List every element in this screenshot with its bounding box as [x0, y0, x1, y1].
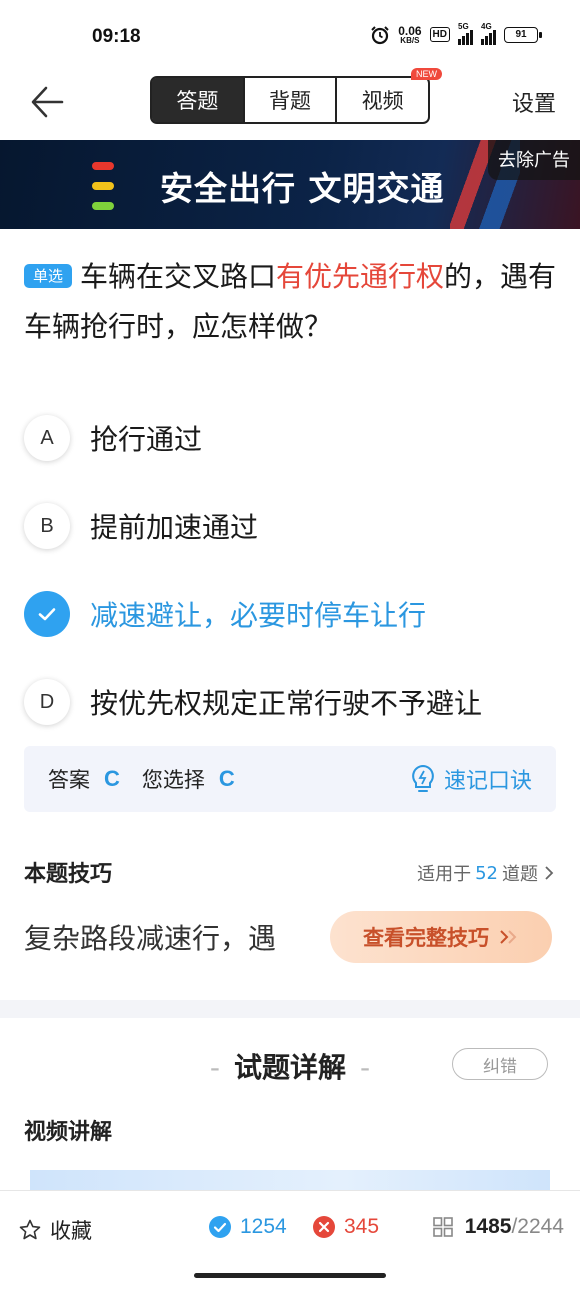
title-dash-left: - — [209, 1051, 220, 1084]
total-questions: /2244 — [511, 1215, 564, 1238]
home-indicator[interactable] — [194, 1273, 386, 1278]
tab-video-label: 视频 — [361, 89, 404, 113]
applies-suffix: 道题 — [502, 864, 538, 885]
alarm-icon — [370, 25, 390, 45]
signal-5g-label: 5G — [458, 22, 469, 31]
remove-ad-button[interactable]: 去除广告 — [488, 140, 580, 180]
option-letter: D — [24, 679, 70, 725]
grid-icon — [432, 1217, 453, 1237]
status-time: 09:18 — [92, 26, 141, 47]
question-type-badge: 单选 — [24, 264, 73, 288]
back-button[interactable] — [28, 82, 72, 122]
double-chevron-right-icon — [500, 930, 517, 944]
report-error-button[interactable]: 纠错 — [452, 1048, 548, 1080]
correct-count[interactable]: 1254 — [208, 1215, 287, 1239]
current-question-number: 1485 — [464, 1215, 512, 1238]
option-text: 提前加速通过 — [90, 511, 259, 544]
detail-title-text: 试题详解 — [233, 1051, 346, 1084]
question-part-1: 车辆在交叉路口 — [80, 260, 277, 293]
tips-applies-link[interactable]: 适用于 52 道题 — [417, 860, 556, 886]
option-letter: A — [24, 415, 70, 461]
tab-memorize[interactable]: 背题 — [245, 78, 338, 122]
settings-button[interactable]: 设置 — [512, 86, 556, 118]
signal-4g-label: 4G — [481, 22, 492, 31]
check-circle-icon — [209, 1216, 231, 1238]
ad-banner[interactable]: 安全出行 文明交通 去除广告 — [0, 140, 580, 229]
wrong-count[interactable]: 345 — [312, 1215, 379, 1239]
option-a[interactable]: A 抢行通过 — [24, 394, 564, 482]
applies-prefix: 适用于 — [417, 864, 472, 885]
option-c[interactable]: 减速避让，必要时停车让行 — [24, 570, 564, 658]
correct-count-value: 1254 — [240, 1215, 287, 1238]
favorite-button[interactable]: 收藏 — [18, 1215, 92, 1245]
question-progress[interactable]: 1485/2244 — [431, 1215, 564, 1239]
star-icon — [19, 1219, 41, 1240]
tab-video[interactable]: 视频 NEW — [337, 68, 443, 122]
favorite-label: 收藏 — [50, 1219, 92, 1243]
check-icon — [24, 591, 70, 637]
video-explanation-title: 视频讲解 — [24, 1120, 113, 1145]
traffic-light-icon — [92, 162, 114, 210]
new-badge: NEW — [411, 68, 443, 80]
choice-label: 您选择 — [141, 768, 205, 792]
memo-label: 速记口诀 — [443, 769, 532, 794]
option-letter: B — [24, 503, 70, 549]
view-full-tips-button[interactable]: 查看完整技巧 — [330, 911, 552, 963]
battery-icon: 91 — [504, 26, 542, 43]
section-divider — [0, 1000, 580, 1018]
x-circle-icon — [313, 1216, 335, 1238]
status-bar: 09:18 0.06 KB/S HD 5G 4G 91 — [0, 0, 580, 70]
tips-title: 本题技巧 — [24, 862, 113, 887]
option-text: 按优先权规定正常行驶不予避让 — [90, 687, 483, 720]
signal-5g-icon: 5G — [458, 22, 473, 45]
option-d[interactable]: D 按优先权规定正常行驶不予避让 — [24, 658, 564, 746]
mode-tabs: 答题 背题 视频 NEW — [150, 68, 443, 124]
lightbulb-icon — [412, 764, 434, 792]
view-full-tips-label: 查看完整技巧 — [363, 926, 489, 950]
chevron-right-icon — [545, 866, 554, 880]
question-text: 单选 车辆在交叉路口有优先通行权的，遇有车辆抢行时，应怎样做？ — [24, 252, 564, 352]
question-highlight: 有优先通行权 — [276, 260, 445, 293]
wrong-count-value: 345 — [344, 1215, 380, 1238]
option-b[interactable]: B 提前加速通过 — [24, 482, 564, 570]
top-nav: 答题 背题 视频 NEW 设置 — [0, 68, 580, 140]
hd-icon: HD — [429, 27, 450, 42]
tab-answer[interactable]: 答题 — [152, 78, 245, 122]
answer-summary: 答案 C 您选择 C 速记口诀 — [24, 746, 556, 812]
title-dash-right: - — [360, 1051, 371, 1084]
choice-value: C — [218, 766, 235, 791]
answer-options: A 抢行通过 B 提前加速通过 减速避让，必要时停车让行 D 按优先权规定正常行… — [24, 394, 564, 746]
network-speed: 0.06 KB/S — [398, 25, 421, 45]
signal-4g-icon: 4G — [481, 22, 496, 45]
network-speed-unit: KB/S — [400, 35, 420, 45]
banner-slogan: 安全出行 文明交通 — [160, 169, 445, 208]
option-text: 抢行通过 — [90, 423, 203, 456]
arrow-left-icon — [31, 86, 64, 118]
status-icons: 0.06 KB/S HD 5G 4G 91 — [370, 22, 542, 45]
network-speed-value: 0.06 — [398, 23, 422, 38]
applies-count: 52 — [475, 862, 498, 884]
memo-button[interactable]: 速记口诀 — [410, 763, 532, 795]
answer-label: 答案 — [48, 768, 90, 792]
answer-value: C — [104, 766, 120, 791]
option-text: 减速避让，必要时停车让行 — [90, 599, 427, 632]
